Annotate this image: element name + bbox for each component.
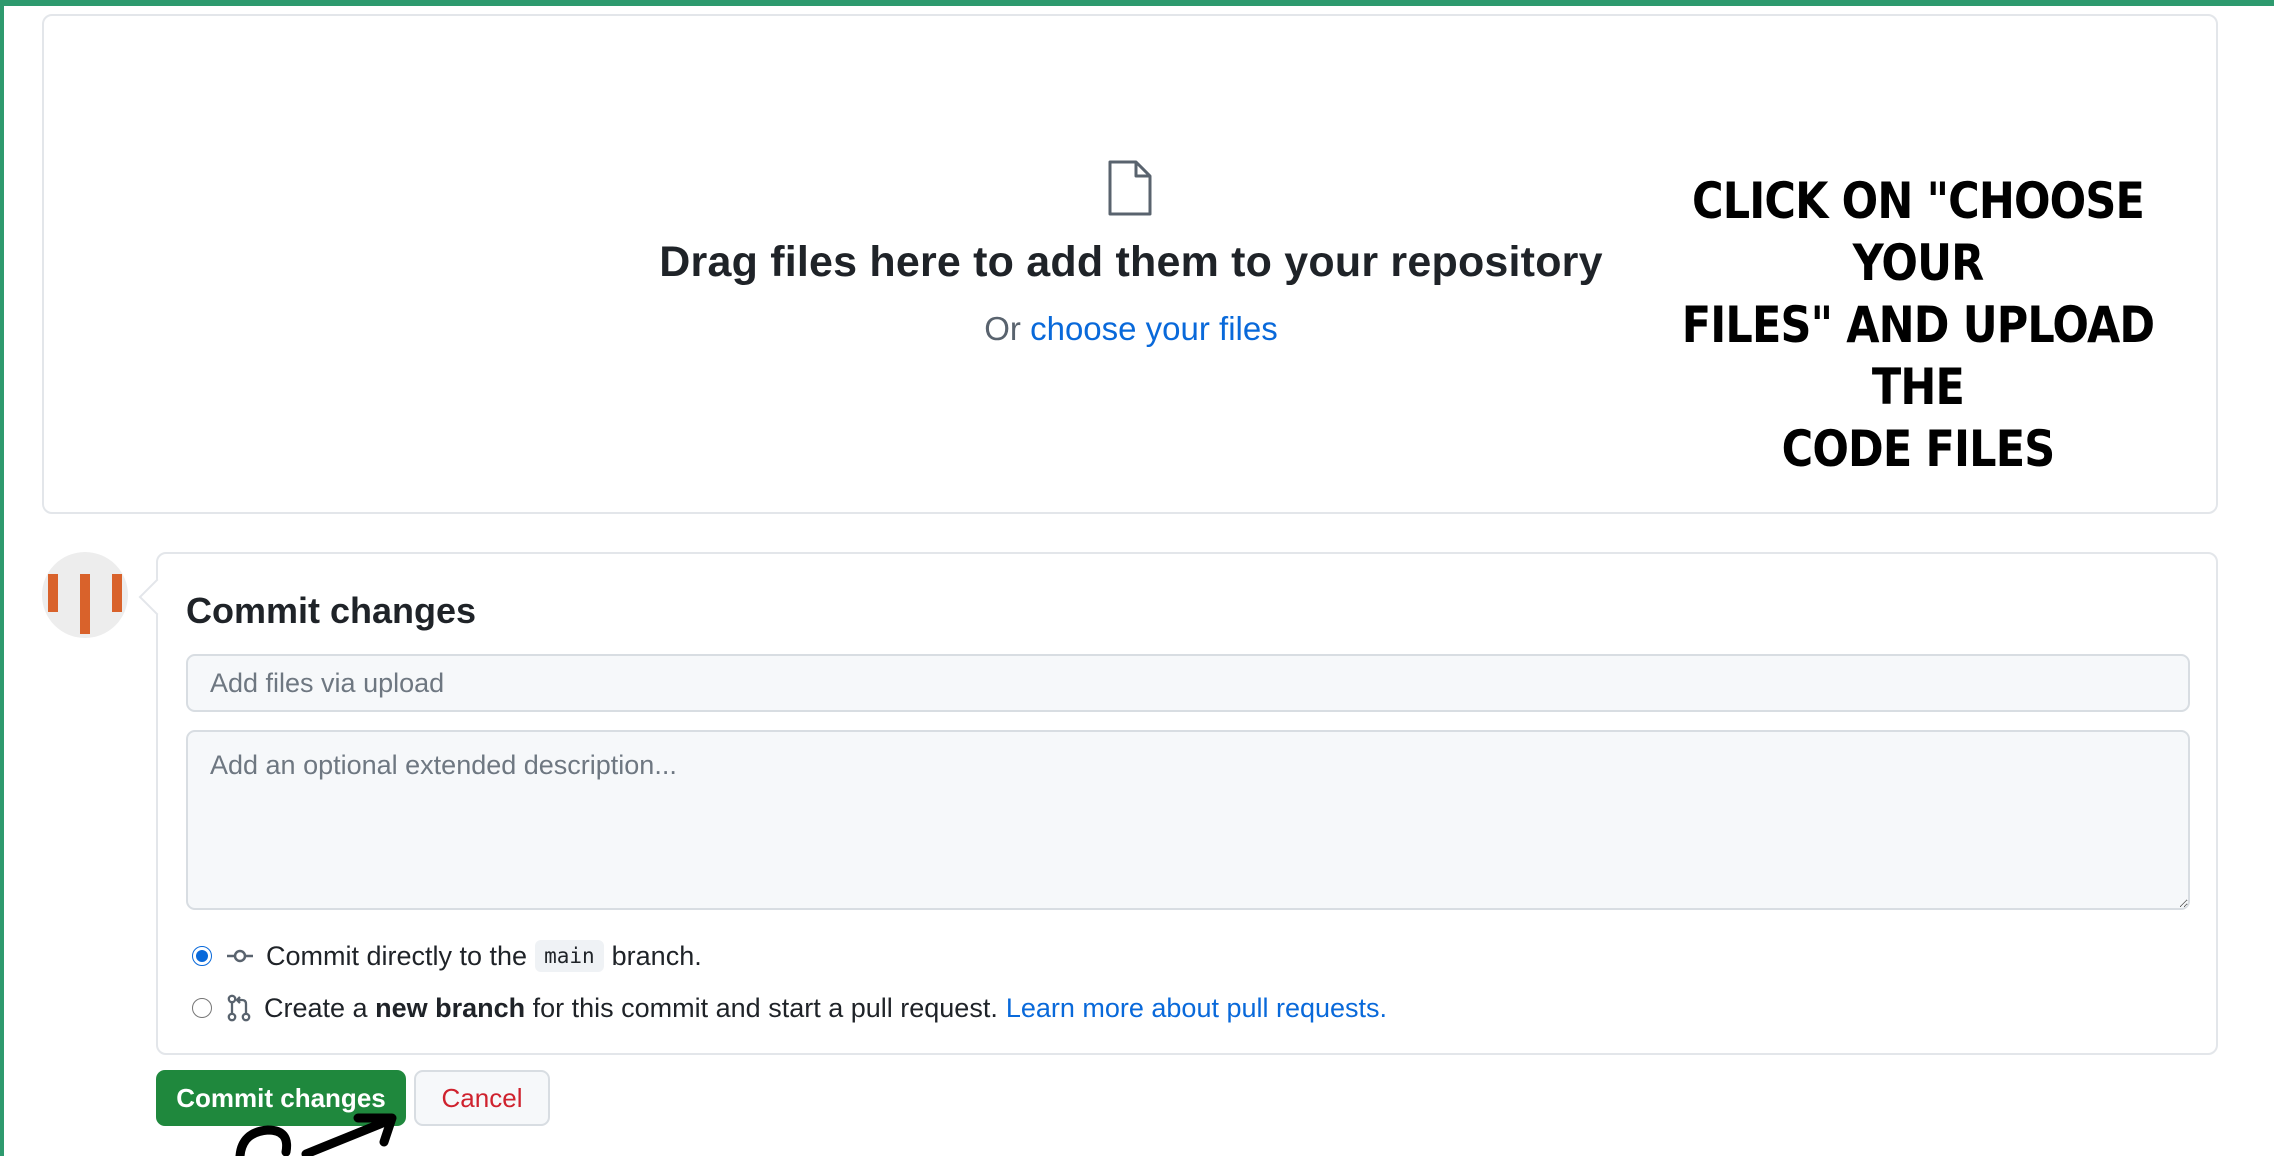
commit-direct-prefix: Commit directly to the — [266, 940, 528, 971]
dropzone-or-text: Or — [984, 310, 1021, 347]
tutorial-annotation: CLICK ON "CHOOSE YOUR FILES" AND UPLOAD … — [1643, 170, 2193, 480]
avatar — [42, 552, 128, 638]
annotation-line-2: FILES" AND UPLOAD THE — [1681, 296, 2155, 416]
annotation-arrow-icon — [235, 1113, 397, 1156]
git-pull-request-icon — [226, 994, 252, 1022]
new-branch-suffix: for this commit and start a pull request… — [532, 992, 998, 1023]
commit-panel: Commit changes Commit directly to the ma… — [156, 552, 2218, 1055]
new-branch-option[interactable]: Create a new branch for this commit and … — [186, 988, 1387, 1028]
commit-panel-title: Commit changes — [186, 590, 477, 631]
commit-direct-option[interactable]: Commit directly to the main branch. — [186, 936, 702, 976]
learn-more-pull-requests-link[interactable]: Learn more about pull requests. — [1006, 993, 1387, 1024]
new-branch-prefix: Create a — [264, 992, 368, 1023]
git-commit-icon — [226, 946, 254, 966]
new-branch-bold: new branch — [375, 992, 526, 1023]
file-icon — [1108, 160, 1152, 216]
branch-name-badge: main — [535, 940, 604, 972]
new-branch-radio[interactable] — [192, 998, 212, 1018]
annotation-line-1: CLICK ON "CHOOSE YOUR — [1692, 172, 2145, 292]
avatar-logo-icon — [48, 574, 122, 634]
cancel-button[interactable]: Cancel — [414, 1070, 550, 1126]
commit-direct-suffix: branch. — [611, 940, 702, 971]
commit-description-textarea[interactable] — [186, 730, 2190, 910]
commit-direct-radio[interactable] — [192, 946, 212, 966]
choose-files-link[interactable]: choose your files — [1030, 310, 1278, 347]
annotation-line-3: CODE FILES — [1781, 420, 2056, 478]
commit-summary-input[interactable] — [186, 654, 2190, 712]
